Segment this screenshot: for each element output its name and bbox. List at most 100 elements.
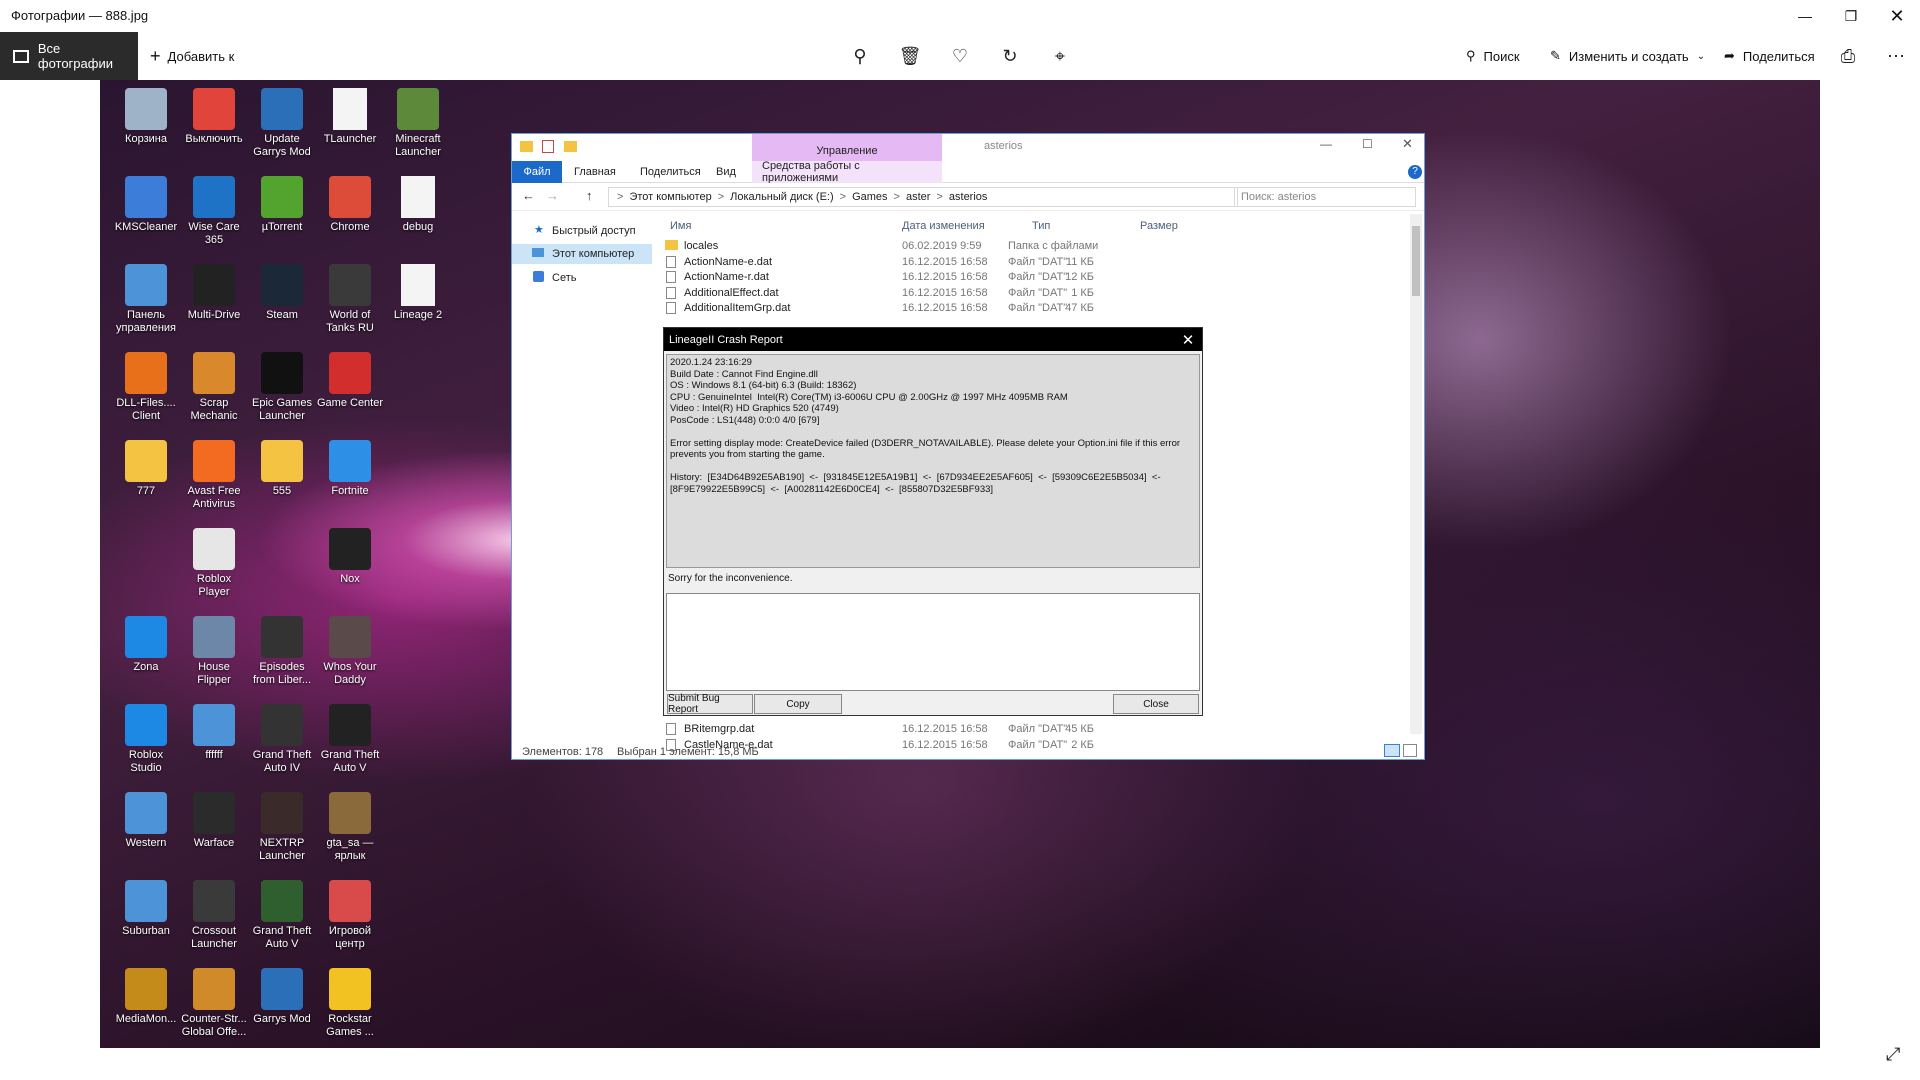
maximize-button[interactable]: ☐ <box>1362 137 1373 151</box>
back-icon[interactable]: ← <box>522 188 535 203</box>
share-button[interactable]: ➦ Поделиться <box>1724 32 1815 80</box>
properties-icon[interactable] <box>542 140 554 153</box>
desktop-icon[interactable]: Garrys Mod <box>248 968 316 1026</box>
desktop-icon[interactable]: MediaMon... <box>112 968 180 1026</box>
close-button[interactable]: ✕ <box>1874 0 1920 32</box>
desktop-icon[interactable]: Grand Theft Auto V <box>248 880 316 951</box>
desktop-icon[interactable]: TLauncher <box>316 88 384 146</box>
desktop-icon[interactable]: Western <box>112 792 180 850</box>
search-button[interactable]: ⚲ Поиск <box>1466 32 1520 80</box>
desktop-icon[interactable]: 555 <box>248 440 316 498</box>
all-photos-button[interactable]: Все фотографии <box>0 32 138 80</box>
breadcrumb-aster[interactable]: aster <box>906 191 930 203</box>
desktop-icon[interactable]: Выключить <box>180 88 248 146</box>
desktop-icon[interactable]: debug <box>384 176 452 234</box>
file-row[interactable]: AdditionalItemGrp.dat 16.12.2015 16:58 Фай… <box>662 299 1262 318</box>
tab-view[interactable]: Вид <box>706 161 746 183</box>
crop-icon[interactable]: ⌖ <box>1040 32 1080 80</box>
maximize-button[interactable]: ❐ <box>1828 0 1874 32</box>
print-icon[interactable]: ⎙ <box>1828 32 1868 80</box>
desktop-icon[interactable]: Chrome <box>316 176 384 234</box>
breadcrumb-disk-e[interactable]: Локальный диск (E:) <box>730 191 834 203</box>
desktop-icon[interactable]: Epic Games Launcher <box>248 352 316 423</box>
desktop-icon[interactable]: Grand Theft Auto IV <box>248 704 316 775</box>
submit-bug-report-button[interactable]: Submit Bug Report <box>667 693 753 715</box>
scrollbar[interactable] <box>1410 214 1422 734</box>
desktop-icon[interactable]: Minecraft Launcher <box>384 88 452 159</box>
column-name[interactable]: Имя <box>670 220 691 232</box>
zoom-icon[interactable]: ⚲ <box>840 32 880 80</box>
desktop-icon[interactable]: World of Tanks RU <box>316 264 384 335</box>
desktop-icon[interactable]: Warface <box>180 792 248 850</box>
more-options-icon[interactable]: ⋯ <box>1876 32 1916 80</box>
desktop-icon[interactable]: KMSCleaner <box>112 176 180 234</box>
crash-log-text[interactable]: 2020.1.24 23:16:29 Build Date : Cannot F… <box>666 354 1200 568</box>
breadcrumb-this-pc[interactable]: Этот компьютер <box>629 191 711 203</box>
scrollbar-thumb[interactable] <box>1412 226 1420 296</box>
favorite-heart-icon[interactable]: ♡ <box>940 32 980 80</box>
desktop-icon[interactable]: Whos Your Daddy <box>316 616 384 687</box>
breadcrumb-games[interactable]: Games <box>852 191 887 203</box>
comment-input[interactable] <box>666 593 1200 691</box>
breadcrumb-asterios[interactable]: asterios <box>949 191 988 203</box>
copy-button[interactable]: Copy <box>754 694 842 714</box>
desktop-icon[interactable]: Episodes from Liber... <box>248 616 316 687</box>
tiles-view-icon[interactable] <box>1403 744 1417 757</box>
desktop-icon[interactable]: Suburban <box>112 880 180 938</box>
desktop-icon[interactable]: Multi-Drive <box>180 264 248 322</box>
desktop-icon[interactable]: Nox <box>316 528 384 586</box>
close-icon[interactable]: ✕ <box>1174 328 1202 351</box>
desktop-icon[interactable]: gta_sa — ярлык <box>316 792 384 863</box>
desktop-icon[interactable]: Fortnite <box>316 440 384 498</box>
desktop-icon[interactable]: Crossout Launcher <box>180 880 248 951</box>
rotate-icon[interactable]: ↻ <box>990 32 1030 80</box>
minimize-button[interactable]: — <box>1782 0 1828 32</box>
desktop-icon[interactable]: Корзина <box>112 88 180 146</box>
desktop-icon[interactable]: Avast Free Antivirus <box>180 440 248 511</box>
tab-app-tools[interactable]: Средства работы с приложениями <box>752 160 942 184</box>
desktop-icon[interactable]: Wise Care 365 <box>180 176 248 247</box>
nav-quick-access[interactable]: Быстрый доступ <box>512 221 652 241</box>
desktop-icon[interactable]: Игровой центр <box>316 880 384 951</box>
mediamon-icon <box>125 968 167 1010</box>
desktop-icon[interactable]: Roblox Player <box>180 528 248 599</box>
tab-share[interactable]: Поделиться <box>630 161 711 183</box>
column-size[interactable]: Размер <box>1140 220 1178 232</box>
desktop-icon[interactable]: µTorrent <box>248 176 316 234</box>
add-to-button[interactable]: + Добавить к <box>150 32 234 80</box>
desktop-icon[interactable]: Counter-Str... Global Offe... <box>180 968 248 1039</box>
desktop-icon[interactable]: Zona <box>112 616 180 674</box>
desktop-icon[interactable]: Steam <box>248 264 316 322</box>
new-folder-icon[interactable] <box>564 141 577 152</box>
desktop-icon[interactable]: NEXTRP Launcher <box>248 792 316 863</box>
fullscreen-icon[interactable]: ⤢ <box>1886 1044 1908 1066</box>
desktop-icon[interactable]: Roblox Studio <box>112 704 180 775</box>
desktop-icon[interactable]: 777 <box>112 440 180 498</box>
desktop-icon[interactable]: DLL-Files.... Client <box>112 352 180 423</box>
edit-create-button[interactable]: ✎ Изменить и создать ⌄ <box>1550 32 1705 80</box>
up-icon[interactable]: ↑ <box>586 188 593 203</box>
close-dialog-button[interactable]: Close <box>1113 694 1199 714</box>
desktop-icon[interactable]: Grand Theft Auto V <box>316 704 384 775</box>
desktop-icon[interactable]: Game Center <box>316 352 384 410</box>
manage-context-tab[interactable]: Управление <box>752 134 942 161</box>
close-button[interactable]: ✕ <box>1402 136 1413 152</box>
column-date[interactable]: Дата изменения <box>902 220 985 232</box>
tab-file[interactable]: Файл <box>512 161 562 183</box>
forward-icon[interactable]: → <box>546 188 559 203</box>
details-view-icon[interactable] <box>1384 744 1400 757</box>
desktop-icon[interactable]: House Flipper <box>180 616 248 687</box>
help-icon[interactable]: ? <box>1408 165 1422 179</box>
search-input[interactable]: Поиск: asterios <box>1234 187 1416 207</box>
desktop-icon[interactable]: Update Garrys Mod <box>248 88 316 159</box>
minimize-button[interactable]: — <box>1320 137 1332 151</box>
desktop-icon[interactable]: Lineage 2 <box>384 264 452 322</box>
desktop-icon[interactable]: Rockstar Games ... <box>316 968 384 1039</box>
column-type[interactable]: Тип <box>1032 220 1050 232</box>
desktop-icon[interactable]: Панель управления <box>112 264 180 335</box>
desktop-icon[interactable]: Scrap Mechanic <box>180 352 248 423</box>
delete-icon[interactable]: 🗑 <box>890 32 930 80</box>
desktop-icon[interactable]: ffffff <box>180 704 248 762</box>
tab-home[interactable]: Главная <box>564 161 626 183</box>
address-bar[interactable]: > Этот компьютер > Локальный диск (E:) >… <box>608 187 1238 207</box>
